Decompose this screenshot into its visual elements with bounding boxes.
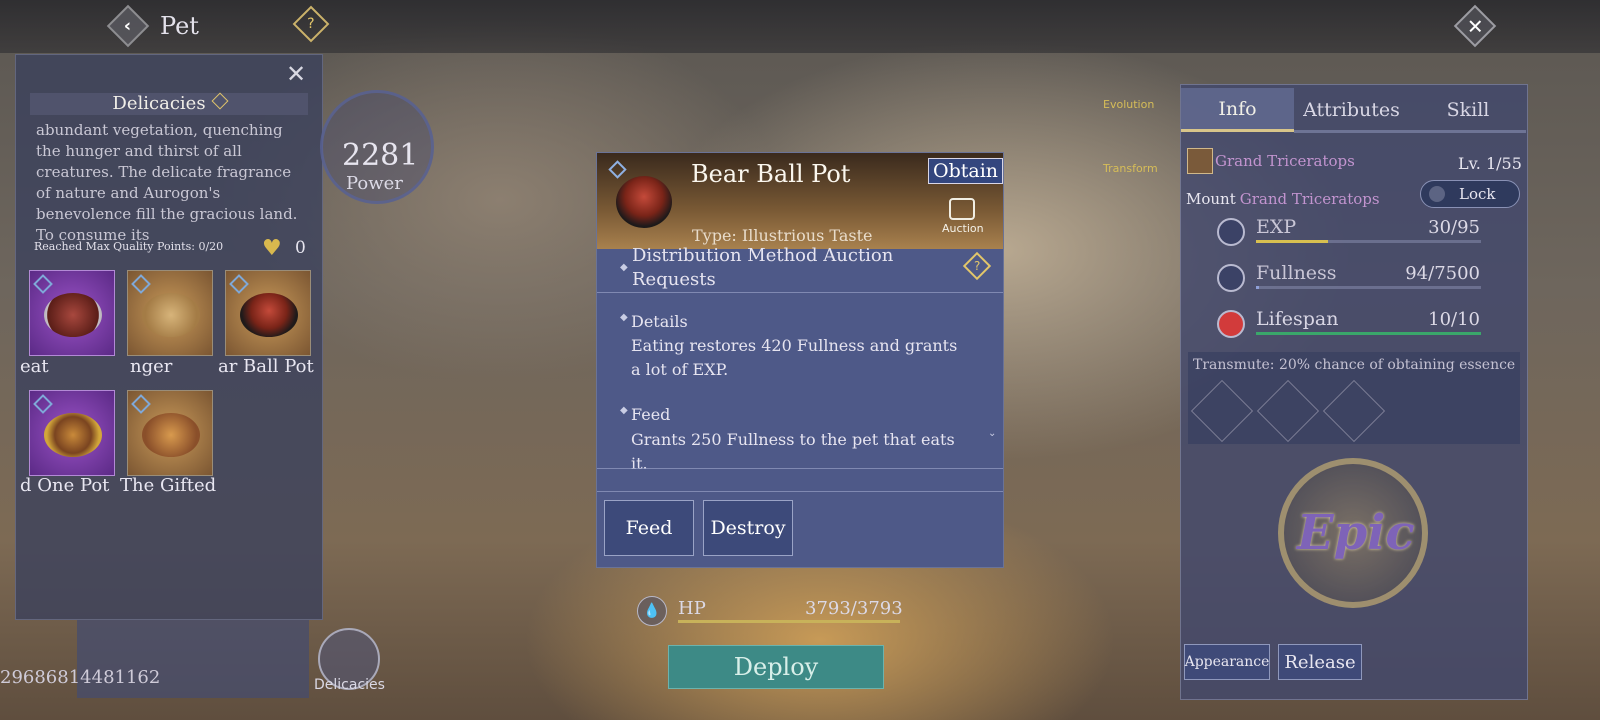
item-type: Type: Illustrious Taste	[692, 226, 873, 245]
meat-dish-icon	[44, 293, 102, 337]
top-bar	[0, 0, 1600, 53]
rarity-badge-icon	[131, 274, 151, 294]
tab-attributes[interactable]: Attributes	[1294, 88, 1409, 132]
hp-label: HP	[678, 598, 706, 619]
transform-button[interactable]: Transform	[1103, 162, 1158, 175]
food-slot-label-3: ar Ball Pot	[218, 356, 314, 377]
pot-dish-icon	[44, 413, 102, 457]
feed-label: Feed	[631, 405, 671, 424]
power-value: 2281	[342, 138, 419, 173]
divider	[597, 468, 1003, 469]
exp-bar-fill	[1256, 240, 1328, 243]
food-slot-label-2: nger	[130, 356, 173, 377]
quality-points: Reached Max Quality Points: 0/20	[34, 240, 224, 253]
exp-label: EXP	[1256, 216, 1297, 238]
appearance-button[interactable]: Appearance	[1184, 644, 1270, 680]
divider	[597, 292, 1003, 293]
evolution-button[interactable]: Evolution	[1103, 98, 1154, 111]
obtain-button[interactable]: Obtain	[928, 158, 1004, 184]
food-slot-label-5: The Gifted	[120, 475, 217, 496]
bullet-icon: ◆	[620, 262, 628, 273]
lifespan-value: 10/10	[1428, 309, 1480, 330]
page-title: Pet	[160, 12, 199, 40]
exp-value: 30/95	[1428, 217, 1480, 238]
delicacies-heading-text: Delicacies	[112, 93, 206, 114]
bullet-icon: ◆	[620, 312, 628, 323]
delicacies-button-label: Delicacies	[314, 677, 385, 693]
fullness-value: 94/7500	[1405, 263, 1480, 284]
feed-button[interactable]: Feed	[604, 500, 694, 556]
heart-icon: ♥	[262, 236, 282, 261]
bear-ball-pot-icon	[616, 176, 672, 228]
divider	[597, 491, 1003, 492]
tab-skill[interactable]: Skill	[1409, 88, 1527, 132]
rarity-badge-icon	[131, 394, 151, 414]
rarity-badge-icon	[33, 394, 53, 414]
question-icon: ?	[973, 259, 981, 273]
item-name: Bear Ball Pot	[691, 160, 851, 188]
chevron-left-icon: ‹	[124, 15, 132, 37]
exp-bar	[1256, 240, 1481, 243]
panel-close-icon[interactable]: ✕	[286, 60, 306, 88]
triceratops-icon	[1187, 148, 1213, 174]
mount-name: Grand Triceratops	[1239, 190, 1380, 208]
heart-icon	[1217, 310, 1245, 338]
deploy-button[interactable]: Deploy	[668, 645, 884, 689]
transmute-text: Transmute: 20% chance of obtaining essen…	[1193, 357, 1516, 373]
heart-count: 0	[295, 238, 306, 258]
species-name: Grand Triceratops	[1215, 152, 1355, 170]
rarity-emblem-text: Epic	[1297, 505, 1415, 561]
lock-label: Lock	[1459, 185, 1496, 203]
auction-icon[interactable]	[949, 198, 975, 220]
lifespan-bar	[1256, 332, 1481, 335]
details-label: Details	[631, 312, 688, 331]
food-slot-5[interactable]	[127, 390, 213, 476]
lock-toggle[interactable]: Lock	[1420, 180, 1520, 208]
fullness-icon	[1217, 264, 1245, 292]
food-slot-label-1: eat	[20, 356, 49, 377]
food-slot-2[interactable]	[127, 270, 213, 356]
mount-row: Mount Grand Triceratops	[1186, 190, 1380, 208]
release-button[interactable]: Release	[1278, 644, 1362, 680]
bullet-icon: ◆	[620, 405, 628, 416]
hp-bar	[678, 620, 900, 623]
lifespan-label: Lifespan	[1256, 308, 1339, 330]
food-slot-3[interactable]	[225, 270, 311, 356]
fullness-label: Fullness	[1256, 262, 1337, 284]
food-slot-label-4: d One Pot	[20, 475, 110, 496]
tab-info[interactable]: Info	[1181, 88, 1294, 132]
lifespan-bar-fill	[1256, 332, 1481, 335]
help-icon[interactable]	[211, 92, 229, 110]
bear-ball-pot-icon	[240, 293, 298, 337]
rarity-badge-icon	[229, 274, 249, 294]
food-slot-1[interactable]	[29, 270, 115, 356]
gifted-dish-icon	[142, 413, 200, 457]
mount-label: Mount	[1186, 190, 1236, 208]
distribution-method: Distribution Method Auction Requests	[632, 245, 894, 290]
delicacies-heading: Delicacies	[30, 92, 308, 115]
hp-value: 3793/3793	[805, 598, 903, 619]
toggle-knob	[1429, 186, 1445, 202]
pet-level: Lv. 1/55	[1458, 154, 1522, 173]
pastry-dish-icon	[142, 293, 200, 337]
pet-id-number: 29686814481162	[0, 667, 161, 688]
fullness-bar-fill	[1256, 286, 1259, 289]
fullness-bar	[1256, 286, 1481, 289]
close-icon: ✕	[1466, 13, 1484, 38]
details-text: Eating restores 420 Fullness and grants …	[631, 336, 958, 379]
auction-label: Auction	[942, 222, 984, 235]
power-label: Power	[346, 173, 403, 194]
rarity-badge-icon	[33, 274, 53, 294]
scroll-down-icon[interactable]: ⌄	[988, 428, 996, 439]
question-diamond-icon: ?	[307, 16, 315, 32]
hp-drop-icon: 💧	[637, 596, 667, 626]
exp-icon	[1217, 218, 1245, 246]
tab-underline	[1294, 130, 1526, 133]
delicacies-description: abundant vegetation, quenching the hunge…	[36, 121, 298, 244]
food-slot-4[interactable]	[29, 390, 115, 476]
destroy-button[interactable]: Destroy	[703, 500, 793, 556]
